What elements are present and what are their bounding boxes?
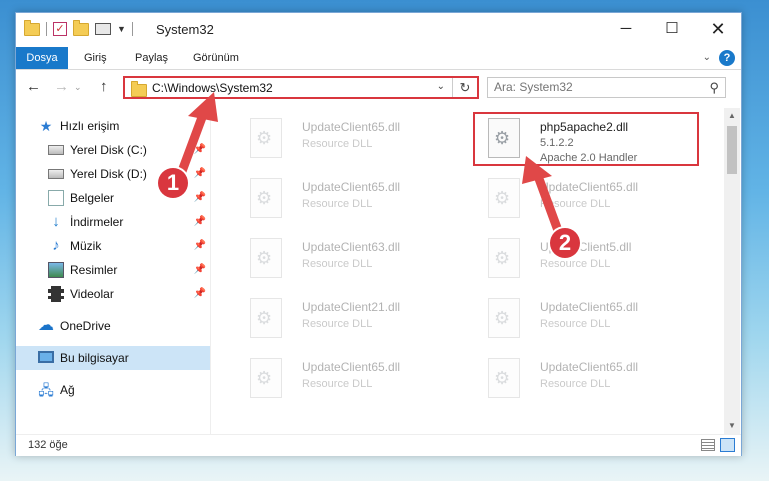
arrow-step-1 xyxy=(173,92,218,187)
step-2-badge: 2 xyxy=(550,228,580,258)
arrow-step-2 xyxy=(522,156,565,241)
annotation-overlay xyxy=(173,92,565,241)
step-1-badge: 1 xyxy=(158,168,188,198)
